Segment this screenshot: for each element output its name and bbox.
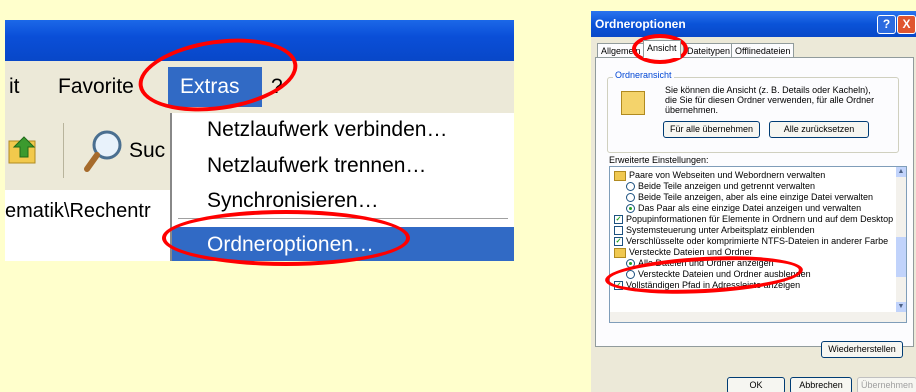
setting-label: Das Paar als eine einzige Datei anzeigen… — [638, 203, 862, 213]
setting-row-check[interactable]: ✓ Popupinformationen für Elemente in Ordn… — [614, 214, 893, 225]
close-button[interactable]: X — [897, 15, 916, 34]
horizontal-scrollbar[interactable] — [610, 312, 896, 322]
checkbox-icon[interactable]: ✓ — [614, 281, 623, 291]
scroll-thumb[interactable] — [896, 237, 906, 277]
dialog-title: Ordneroptionen — [595, 17, 686, 31]
window-titlebar — [5, 20, 514, 61]
setting-row-check[interactable]: ✓ Verschlüsselte oder komprimierte NTFS-D… — [614, 236, 888, 247]
apply-to-all-button[interactable]: Für alle übernehmen — [663, 121, 760, 138]
setting-label: Paare von Webseiten und Webordnern verwa… — [629, 170, 826, 180]
up-folder-icon[interactable] — [7, 133, 41, 167]
menu-item-map-drive[interactable]: Netzlaufwerk verbinden… — [207, 118, 447, 142]
advanced-settings-label: Erweiterte Einstellungen: — [609, 155, 709, 165]
folder-icon — [614, 170, 626, 181]
setting-label: Systemsteuerung unter Arbeitsplatz einbl… — [626, 225, 815, 235]
setting-label: Beide Teile anzeigen und getrennt verwal… — [638, 181, 815, 191]
search-icon[interactable] — [83, 129, 125, 173]
menu-favorites[interactable]: Favorite — [58, 72, 134, 102]
folder-view-description: Sie können die Ansicht (z. B. Details od… — [665, 85, 875, 115]
radio-button-icon[interactable] — [626, 259, 635, 269]
dialog-titlebar: Ordneroptionen ? X — [591, 11, 916, 37]
menu-extras[interactable]: Extras — [180, 72, 240, 102]
setting-label: Versteckte Dateien und Ordner ausblenden — [638, 269, 811, 279]
menu-item-folder-options[interactable]: Ordneroptionen… — [207, 233, 374, 257]
setting-label: Versteckte Dateien und Ordner — [629, 247, 753, 257]
setting-label: Vollständigen Pfad in Adressleiste anzei… — [626, 280, 801, 290]
setting-row-radio[interactable]: Beide Teile anzeigen und getrennt verwal… — [626, 181, 815, 192]
restore-defaults-button[interactable]: Wiederherstellen — [821, 341, 903, 358]
setting-row-radio[interactable]: Das Paar als eine einzige Datei anzeigen… — [626, 203, 861, 214]
setting-row-check[interactable]: Systemsteuerung unter Arbeitsplatz einbl… — [614, 225, 815, 236]
folder-icon — [614, 247, 626, 258]
checkbox-icon[interactable]: ✓ — [614, 215, 623, 225]
tab-general[interactable]: Allgemein — [597, 43, 645, 58]
scroll-up-icon[interactable]: ▲ — [896, 167, 906, 177]
setting-label: Beide Teile anzeigen, aber als eine einz… — [638, 192, 873, 202]
address-bar[interactable]: ematik\Rechentr — [5, 190, 170, 261]
help-button[interactable]: ? — [877, 15, 896, 34]
menu-bar: it Favorite Extras ? — [5, 61, 514, 115]
reset-all-button[interactable]: Alle zurücksetzen — [769, 121, 869, 138]
menu-view[interactable]: it — [9, 72, 20, 102]
checkbox-icon[interactable] — [614, 226, 623, 236]
tab-offline-files[interactable]: Offlinedateien — [731, 43, 795, 58]
radio-button-icon[interactable] — [626, 182, 635, 192]
ok-button[interactable]: OK — [727, 377, 785, 392]
setting-label: Popupinformationen für Elemente in Ordne… — [626, 214, 894, 224]
checkbox-icon[interactable]: ✓ — [614, 237, 623, 247]
extras-dropdown-menu: Netzlaufwerk verbinden… Netzlaufwerk tre… — [170, 113, 514, 261]
setting-row-folder[interactable]: Paare von Webseiten und Webordnern verwa… — [614, 170, 825, 181]
toolbar: Suc — [5, 115, 170, 190]
setting-label: Alle Dateien und Ordner anzeigen — [638, 258, 774, 268]
radio-button-icon[interactable] — [626, 270, 635, 280]
tab-file-types[interactable]: Dateitypen — [683, 43, 735, 58]
menu-item-disconnect-drive[interactable]: Netzlaufwerk trennen… — [207, 154, 426, 178]
apply-button[interactable]: Übernehmen — [857, 377, 916, 392]
scroll-down-icon[interactable]: ▼ — [896, 302, 906, 312]
folder-view-icon — [621, 91, 645, 115]
address-text[interactable]: ematik\Rechentr — [5, 200, 151, 223]
setting-row-radio[interactable]: Beide Teile anzeigen, aber als eine einz… — [626, 192, 873, 203]
setting-row-radio[interactable]: Versteckte Dateien und Ordner ausblenden — [626, 269, 811, 280]
folder-view-group-label: Ordneransicht — [613, 70, 674, 80]
tab-view[interactable]: Ansicht — [643, 40, 681, 58]
setting-row-folder[interactable]: Versteckte Dateien und Ordner — [614, 247, 753, 258]
radio-button-icon[interactable] — [626, 204, 635, 214]
setting-row-radio[interactable]: Alle Dateien und Ordner anzeigen — [626, 258, 774, 269]
vertical-scrollbar[interactable]: ▲ ▼ — [896, 167, 906, 322]
advanced-settings-list: Paare von Webseiten und Webordnern verwa… — [609, 166, 907, 323]
setting-label: Verschlüsselte oder komprimierte NTFS-Da… — [626, 236, 889, 246]
folder-options-dialog: Ordneroptionen ? X Allgemein Ansicht Dat… — [591, 11, 916, 392]
radio-button-icon[interactable] — [626, 193, 635, 203]
menu-separator — [178, 218, 508, 219]
menu-help[interactable]: ? — [271, 72, 283, 102]
cancel-button[interactable]: Abbrechen — [790, 377, 852, 392]
menu-item-synchronize[interactable]: Synchronisieren… — [207, 189, 379, 213]
explorer-zoom-panel: it Favorite Extras ? Suc ematik\Rechentr… — [5, 20, 514, 261]
search-button-label[interactable]: Suc — [129, 139, 165, 163]
setting-row-check[interactable]: ✓ Vollständigen Pfad in Adressleiste anze… — [614, 280, 800, 291]
